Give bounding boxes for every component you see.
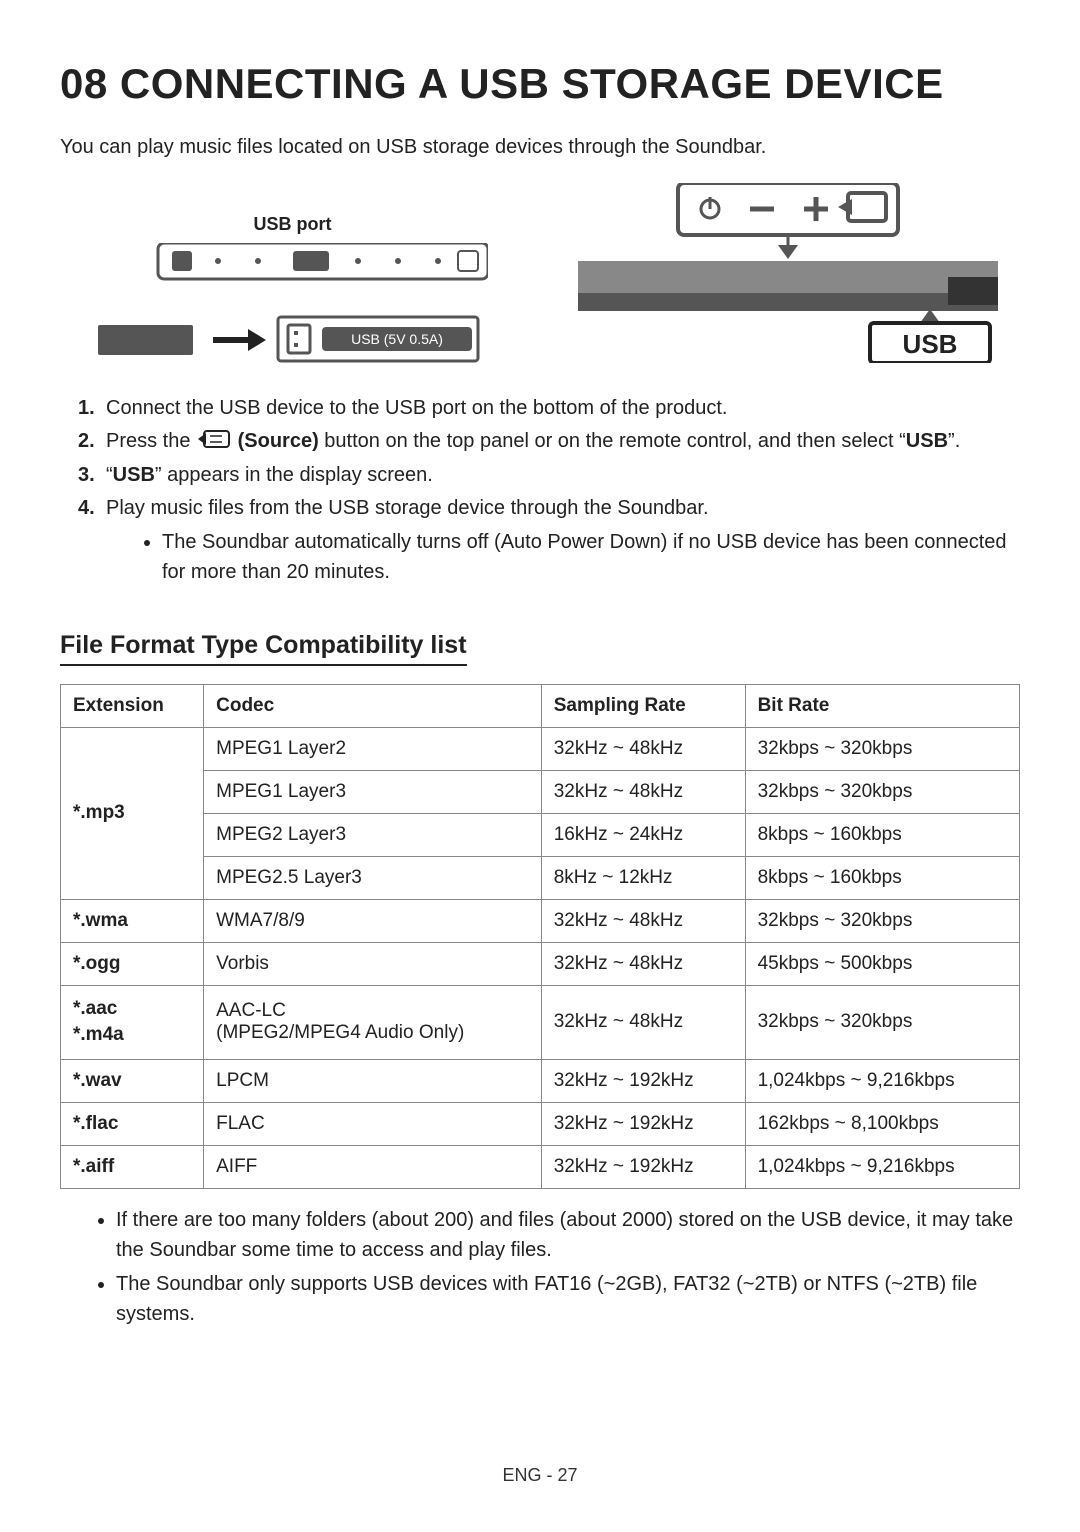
compat-table: Extension Codec Sampling Rate Bit Rate *… bbox=[60, 684, 1020, 1189]
table-header-row: Extension Codec Sampling Rate Bit Rate bbox=[61, 684, 1020, 727]
usb-port-box-label: USB (5V 0.5A) bbox=[351, 331, 443, 347]
cell-extension: *.mp3 bbox=[61, 727, 204, 899]
cell-extension: *.ogg bbox=[61, 942, 204, 985]
cell-bit: 1,024kbps ~ 9,216kbps bbox=[745, 1059, 1019, 1102]
cell-extension: *.flac bbox=[61, 1102, 204, 1145]
note-1: If there are too many folders (about 200… bbox=[116, 1205, 1020, 1265]
cell-extension: *.wma bbox=[61, 899, 204, 942]
substep-1: The Soundbar automatically turns off (Au… bbox=[162, 527, 1020, 587]
th-extension: Extension bbox=[61, 684, 204, 727]
step-2-suffix: ”. bbox=[948, 430, 960, 452]
cell-rate: 32kHz ~ 48kHz bbox=[541, 985, 745, 1059]
table-row: *.aac*.m4aAAC-LC(MPEG2/MPEG4 Audio Only)… bbox=[61, 985, 1020, 1059]
cell-bit: 8kbps ~ 160kbps bbox=[745, 813, 1019, 856]
table-row: *.wavLPCM32kHz ~ 192kHz1,024kbps ~ 9,216… bbox=[61, 1059, 1020, 1102]
cell-codec: AAC-LC(MPEG2/MPEG4 Audio Only) bbox=[204, 985, 542, 1059]
table-row: MPEG1 Layer332kHz ~ 48kHz32kbps ~ 320kbp… bbox=[61, 770, 1020, 813]
cell-rate: 32kHz ~ 48kHz bbox=[541, 899, 745, 942]
cell-rate: 32kHz ~ 48kHz bbox=[541, 727, 745, 770]
cell-bit: 162kbps ~ 8,100kbps bbox=[745, 1102, 1019, 1145]
cell-codec: FLAC bbox=[204, 1102, 542, 1145]
table-row: *.oggVorbis32kHz ~ 48kHz45kbps ~ 500kbps bbox=[61, 942, 1020, 985]
cell-codec: MPEG2.5 Layer3 bbox=[204, 856, 542, 899]
step-2: Press the (Source) button on the top pan… bbox=[78, 426, 1020, 457]
step-3-usb: USB bbox=[113, 464, 155, 486]
usb-port-label: USB port bbox=[60, 214, 525, 235]
cell-rate: 32kHz ~ 48kHz bbox=[541, 942, 745, 985]
cell-codec: MPEG1 Layer2 bbox=[204, 727, 542, 770]
table-row: *.aiffAIFF32kHz ~ 192kHz1,024kbps ~ 9,21… bbox=[61, 1145, 1020, 1188]
step-3: “USB” appears in the display screen. bbox=[78, 460, 1020, 490]
cell-rate: 32kHz ~ 48kHz bbox=[541, 770, 745, 813]
table-row: *.wmaWMA7/8/932kHz ~ 48kHz32kbps ~ 320kb… bbox=[61, 899, 1020, 942]
page-title: 08 CONNECTING A USB STORAGE DEVICE bbox=[60, 60, 1020, 108]
cell-bit: 32kbps ~ 320kbps bbox=[745, 899, 1019, 942]
step-3-close: ” appears in the display screen. bbox=[155, 464, 433, 486]
steps-list: Connect the USB device to the USB port o… bbox=[78, 393, 1020, 587]
cell-extension: *.aiff bbox=[61, 1145, 204, 1188]
cell-bit: 32kbps ~ 320kbps bbox=[745, 985, 1019, 1059]
soundbar-display-svg: USB bbox=[578, 183, 998, 363]
notes-list: If there are too many folders (about 200… bbox=[116, 1205, 1020, 1329]
cell-bit: 32kbps ~ 320kbps bbox=[745, 770, 1019, 813]
step-1: Connect the USB device to the USB port o… bbox=[78, 393, 1020, 423]
step-2-usb: USB bbox=[906, 430, 948, 452]
cell-codec: Vorbis bbox=[204, 942, 542, 985]
diagram-row: USB port USB (5V 0.5A) bbox=[60, 183, 1020, 363]
soundbar-usb-svg: USB (5V 0.5A) bbox=[98, 243, 488, 363]
cell-rate: 32kHz ~ 192kHz bbox=[541, 1145, 745, 1188]
cell-codec: LPCM bbox=[204, 1059, 542, 1102]
cell-codec: AIFF bbox=[204, 1145, 542, 1188]
page-footer: ENG - 27 bbox=[0, 1465, 1080, 1486]
cell-extension: *.aac*.m4a bbox=[61, 985, 204, 1059]
step-3-open: “ bbox=[106, 464, 113, 486]
cell-bit: 45kbps ~ 500kbps bbox=[745, 942, 1019, 985]
section-title: File Format Type Compatibility list bbox=[60, 631, 467, 666]
table-row: *.mp3MPEG1 Layer232kHz ~ 48kHz32kbps ~ 3… bbox=[61, 727, 1020, 770]
step-2-mid: button on the top panel or on the remote… bbox=[319, 430, 906, 452]
th-codec: Codec bbox=[204, 684, 542, 727]
note-2: The Soundbar only supports USB devices w… bbox=[116, 1269, 1020, 1329]
cell-rate: 8kHz ~ 12kHz bbox=[541, 856, 745, 899]
th-bitrate: Bit Rate bbox=[745, 684, 1019, 727]
cell-rate: 32kHz ~ 192kHz bbox=[541, 1059, 745, 1102]
source-icon bbox=[198, 427, 230, 457]
intro-text: You can play music files located on USB … bbox=[60, 136, 1020, 159]
table-row: MPEG2 Layer316kHz ~ 24kHz8kbps ~ 160kbps bbox=[61, 813, 1020, 856]
diagram-soundbar-usb: USB port USB (5V 0.5A) bbox=[60, 214, 525, 363]
cell-bit: 8kbps ~ 160kbps bbox=[745, 856, 1019, 899]
table-row: MPEG2.5 Layer38kHz ~ 12kHz8kbps ~ 160kbp… bbox=[61, 856, 1020, 899]
cell-bit: 32kbps ~ 320kbps bbox=[745, 727, 1019, 770]
cell-rate: 32kHz ~ 192kHz bbox=[541, 1102, 745, 1145]
cell-bit: 1,024kbps ~ 9,216kbps bbox=[745, 1145, 1019, 1188]
step-4: Play music files from the USB storage de… bbox=[78, 493, 1020, 587]
usb-display-label: USB bbox=[902, 329, 957, 359]
substeps-list: The Soundbar automatically turns off (Au… bbox=[162, 527, 1020, 587]
cell-codec: MPEG2 Layer3 bbox=[204, 813, 542, 856]
cell-codec: MPEG1 Layer3 bbox=[204, 770, 542, 813]
cell-codec: WMA7/8/9 bbox=[204, 899, 542, 942]
step-2-prefix: Press the bbox=[106, 430, 196, 452]
cell-rate: 16kHz ~ 24kHz bbox=[541, 813, 745, 856]
step-4-text: Play music files from the USB storage de… bbox=[106, 497, 709, 519]
step-2-source-label: (Source) bbox=[238, 430, 319, 452]
table-row: *.flacFLAC32kHz ~ 192kHz162kbps ~ 8,100k… bbox=[61, 1102, 1020, 1145]
cell-extension: *.wav bbox=[61, 1059, 204, 1102]
th-sampling: Sampling Rate bbox=[541, 684, 745, 727]
diagram-soundbar-display: USB bbox=[555, 183, 1020, 363]
